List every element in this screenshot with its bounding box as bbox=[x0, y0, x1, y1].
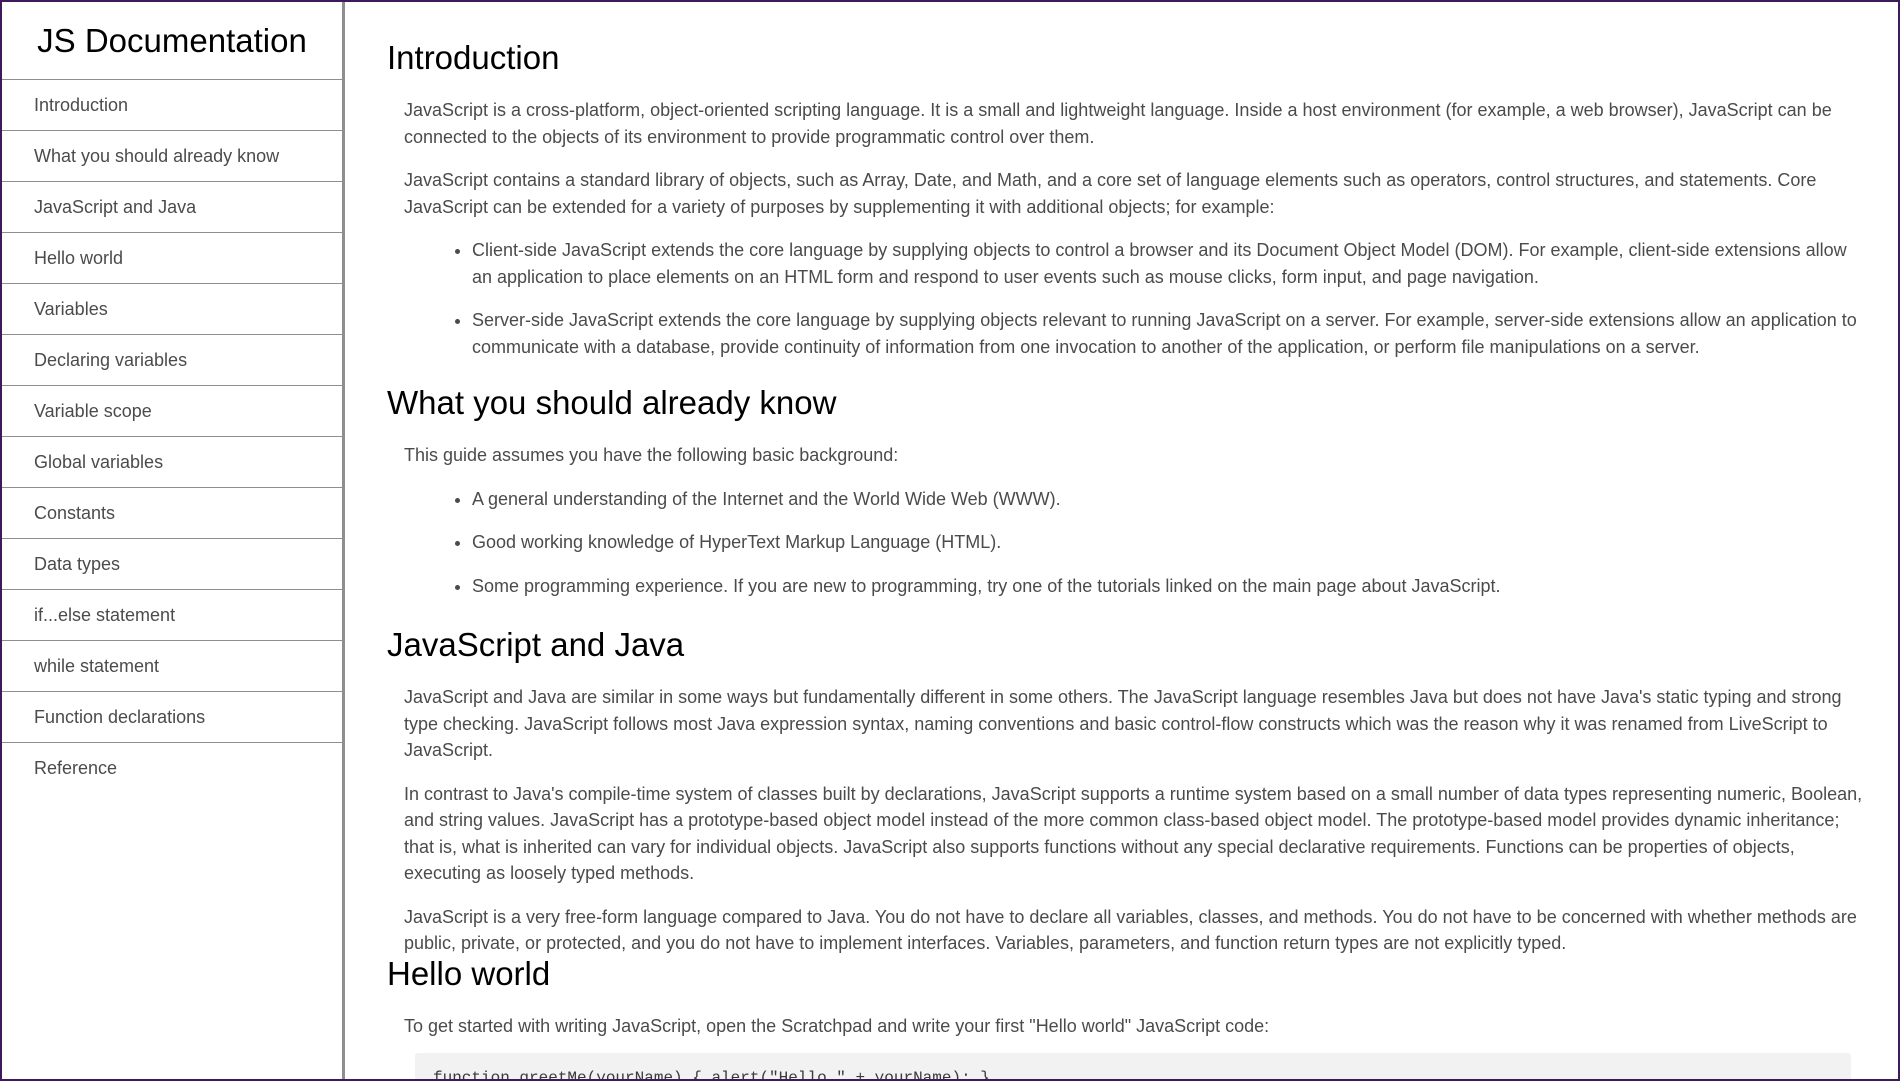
main-doc: Introduction JavaScript is a cross-platf… bbox=[387, 2, 1867, 1079]
section-hello-world: Hello world To get started with writing … bbox=[387, 954, 1867, 1040]
section-heading: Hello world bbox=[387, 955, 551, 992]
section-paragraph: JavaScript is a cross-platform, object-o… bbox=[404, 100, 1832, 147]
nav-link-constants[interactable]: Constants bbox=[2, 488, 342, 539]
list-item: Good working knowledge of HyperText Mark… bbox=[472, 529, 1867, 556]
section-introduction: Introduction JavaScript is a cross-platf… bbox=[387, 38, 1867, 360]
code-block: function greetMe(yourName) { alert("Hell… bbox=[415, 1053, 1851, 1081]
page-frame: JS Documentation Introduction What you s… bbox=[0, 0, 1900, 1081]
nav-link-what-you-should-already-know[interactable]: What you should already know bbox=[2, 131, 342, 182]
code-text: function greetMe(yourName) { alert("Hell… bbox=[433, 1069, 990, 1081]
section-javascript-and-java: JavaScript and Java JavaScript and Java … bbox=[387, 625, 1867, 957]
nav-list: Introduction What you should already kno… bbox=[2, 80, 342, 793]
list-item: Server-side JavaScript extends the core … bbox=[472, 307, 1867, 360]
nav-link-data-types[interactable]: Data types bbox=[2, 539, 342, 590]
navbar: JS Documentation Introduction What you s… bbox=[2, 2, 345, 1079]
section-paragraph: JavaScript is a very free-form language … bbox=[404, 906, 1857, 954]
section-list: A general understanding of the Internet … bbox=[387, 486, 1867, 600]
section-paragraph: To get started with writing JavaScript, … bbox=[404, 1016, 1270, 1036]
nav-link-if-else-statement[interactable]: if...else statement bbox=[2, 590, 342, 641]
nav-link-reference[interactable]: Reference bbox=[2, 743, 342, 793]
nav-link-hello-world[interactable]: Hello world bbox=[2, 233, 342, 284]
nav-link-declaring-variables[interactable]: Declaring variables bbox=[2, 335, 342, 386]
section-paragraph: JavaScript and Java are similar in some … bbox=[404, 687, 1842, 760]
nav-link-variable-scope[interactable]: Variable scope bbox=[2, 386, 342, 437]
list-item: Some programming experience. If you are … bbox=[472, 573, 1867, 600]
section-paragraph: JavaScript contains a standard library o… bbox=[404, 170, 1817, 217]
nav-link-variables[interactable]: Variables bbox=[2, 284, 342, 335]
list-item: A general understanding of the Internet … bbox=[472, 486, 1867, 513]
nav-link-introduction[interactable]: Introduction bbox=[2, 80, 342, 131]
section-what-you-should-already-know: What you should already know This guide … bbox=[387, 383, 1867, 599]
nav-link-global-variables[interactable]: Global variables bbox=[2, 437, 342, 488]
section-heading: Introduction bbox=[387, 39, 560, 76]
section-paragraph: This guide assumes you have the followin… bbox=[404, 445, 899, 465]
section-heading: JavaScript and Java bbox=[387, 626, 685, 663]
section-paragraph: In contrast to Java's compile-time syste… bbox=[404, 783, 1863, 884]
navbar-title: JS Documentation bbox=[2, 2, 342, 80]
nav-link-javascript-and-java[interactable]: JavaScript and Java bbox=[2, 182, 342, 233]
nav-link-function-declarations[interactable]: Function declarations bbox=[2, 692, 342, 743]
section-list: Client-side JavaScript extends the core … bbox=[387, 237, 1867, 360]
nav-link-while-statement[interactable]: while statement bbox=[2, 641, 342, 692]
section-heading: What you should already know bbox=[387, 384, 837, 421]
list-item: Client-side JavaScript extends the core … bbox=[472, 237, 1867, 290]
